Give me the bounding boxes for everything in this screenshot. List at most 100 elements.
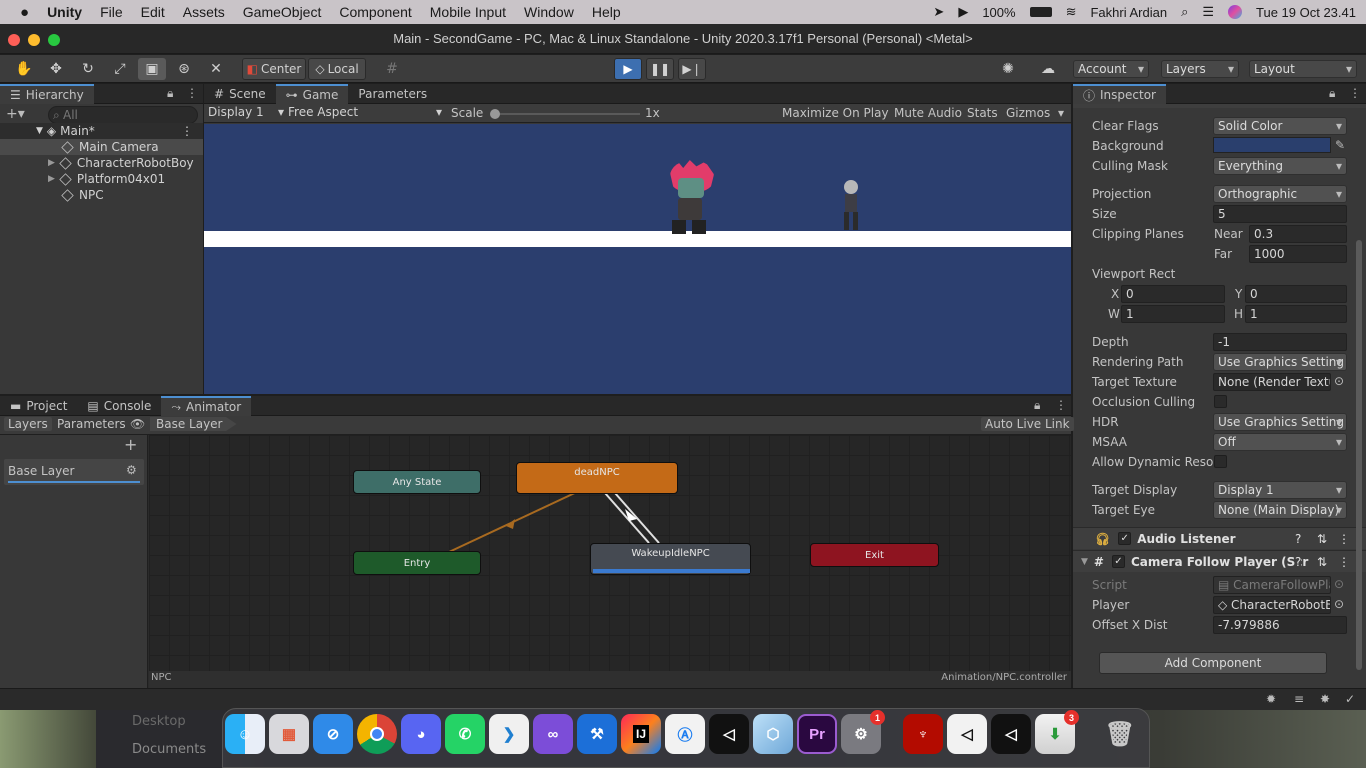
dock-installer-icon[interactable]: ⬇ 3 xyxy=(1035,710,1079,754)
hierarchy-search-input[interactable]: ⌕ All xyxy=(48,106,198,124)
help-icon[interactable]: ? xyxy=(1295,532,1301,546)
maximize-on-play-toggle[interactable]: Maximize On Play xyxy=(782,106,889,120)
target-eye-dropdown[interactable]: None (Main Display) xyxy=(1213,501,1347,519)
add-component-button[interactable]: Add Component xyxy=(1099,652,1327,674)
breadcrumb-base-layer[interactable]: Base Layer xyxy=(150,417,237,431)
camera-follow-player-header[interactable]: ▼ # ✓ Camera Follow Player (Scr ? ⇅ ⋮ xyxy=(1073,550,1366,572)
component-menu-icon[interactable]: ⋮ xyxy=(1338,532,1350,546)
aspect-dropdown[interactable]: Free Aspect ▾ xyxy=(288,105,442,121)
menubar-clock[interactable]: Tue 19 Oct 23.41 xyxy=(1256,5,1356,20)
rendering-path-dropdown[interactable]: Use Graphics Setting xyxy=(1213,353,1347,371)
menu-mobile-input[interactable]: Mobile Input xyxy=(421,4,515,20)
object-picker-icon[interactable]: ⊙ xyxy=(1334,597,1344,611)
animator-graph-canvas[interactable]: Any State Entry deadNPC WakeupIdleNPC Ex… xyxy=(149,435,1071,671)
tab-console[interactable]: ▤ Console xyxy=(77,396,161,416)
culling-mask-dropdown[interactable]: Everything xyxy=(1213,157,1347,175)
play-status-icon[interactable]: ▶ xyxy=(958,4,968,20)
gizmos-dropdown-icon[interactable]: ▾ xyxy=(1058,106,1064,120)
eyedropper-icon[interactable]: ✎ xyxy=(1335,138,1345,152)
state-entry[interactable]: Entry xyxy=(353,551,481,575)
lighting-icon[interactable]: ✸ xyxy=(1320,692,1330,706)
finder-item-desktop[interactable]: Desktop xyxy=(132,714,186,729)
depth-field[interactable]: -1 xyxy=(1213,333,1347,351)
pause-button[interactable]: ❚❚ xyxy=(646,58,674,80)
wifi-icon[interactable]: ≋ xyxy=(1066,4,1077,20)
finder-item-documents[interactable]: Documents xyxy=(132,742,206,757)
dock-visual-studio-icon[interactable]: ∞ xyxy=(533,714,573,754)
dock-discord-icon[interactable]: ◕ xyxy=(401,714,441,754)
pivot-local-button[interactable]: ◇ Local xyxy=(308,58,366,80)
grid-snap-icon[interactable]: # xyxy=(378,58,406,80)
state-wakeup-idle-npc[interactable]: WakeupIdleNPC xyxy=(590,543,751,575)
dock-system-preferences-icon[interactable]: ⚙ 1 xyxy=(841,710,885,754)
dock-trash-icon[interactable]: 🗑︎ xyxy=(1100,714,1140,754)
viewport-w-field[interactable]: 1 xyxy=(1121,305,1225,323)
auto-live-link-toggle[interactable]: Auto Live Link xyxy=(981,417,1074,431)
display-dropdown[interactable]: Display 1 ▾ xyxy=(208,105,284,121)
dock-app-store-icon[interactable]: Ⓐ xyxy=(665,714,705,754)
custom-tool-icon[interactable]: ✕ xyxy=(202,58,230,80)
occlusion-culling-checkbox[interactable] xyxy=(1214,395,1227,408)
mute-audio-toggle[interactable]: Mute Audio xyxy=(894,106,962,120)
menu-app-unity[interactable]: Unity xyxy=(38,4,91,20)
tab-parameters[interactable]: Parameters xyxy=(348,84,437,104)
siri-icon[interactable] xyxy=(1228,5,1243,19)
kebab-menu-icon[interactable]: ⋮ xyxy=(1349,86,1361,100)
inspector-scrollbar[interactable] xyxy=(1356,240,1362,670)
lock-icon[interactable]: 🔒︎ xyxy=(167,86,173,101)
presets-icon[interactable]: ⇅ xyxy=(1317,555,1327,569)
add-object-icon[interactable]: +▾ xyxy=(6,106,25,122)
account-dropdown[interactable]: Account xyxy=(1073,60,1149,78)
hand-tool-icon[interactable]: ✋ xyxy=(10,58,38,80)
audio-listener-header[interactable]: 🎧︎ ✓ Audio Listener ? ⇅ ⋮ xyxy=(1073,527,1366,549)
foldout-arrow-icon[interactable]: ▼ xyxy=(1081,557,1088,567)
expand-arrow-icon[interactable]: ▼ xyxy=(36,126,43,136)
scale-tool-icon[interactable]: ⤢ xyxy=(106,58,134,80)
lock-icon[interactable]: 🔒︎ xyxy=(1329,86,1335,101)
collab-icon[interactable]: ✺ xyxy=(994,58,1022,80)
menu-gameobject[interactable]: GameObject xyxy=(234,4,331,20)
hierarchy-item-main-camera[interactable]: Main Camera xyxy=(0,139,203,155)
spotlight-search-icon[interactable]: ⌕ xyxy=(1181,4,1188,20)
hierarchy-item-platform[interactable]: ▶ Platform04x01 xyxy=(0,171,165,187)
tab-hierarchy[interactable]: ☰ Hierarchy xyxy=(0,84,94,104)
dock-whatsapp-icon[interactable]: ✆ xyxy=(445,714,485,754)
camera-follow-enabled-checkbox[interactable]: ✓ xyxy=(1111,555,1125,568)
help-icon[interactable]: ? xyxy=(1295,554,1302,569)
allow-dynamic-resolution-checkbox[interactable] xyxy=(1214,455,1227,468)
dock-intellij-icon[interactable]: IJ xyxy=(621,714,661,754)
presets-icon[interactable]: ⇅ xyxy=(1317,532,1327,546)
progress-check-icon[interactable]: ✓ xyxy=(1345,692,1355,706)
transform-tool-icon[interactable]: ⊛ xyxy=(170,58,198,80)
kebab-menu-icon[interactable]: ⋮ xyxy=(1055,398,1067,412)
pivot-center-button[interactable]: ◧ Center xyxy=(242,58,306,80)
expand-arrow-icon[interactable]: ▶ xyxy=(48,174,55,184)
scene-menu-icon[interactable]: ⋮ xyxy=(181,124,193,138)
add-layer-icon[interactable]: + xyxy=(124,435,137,454)
lock-icon[interactable]: 🔒︎ xyxy=(1034,398,1040,413)
far-field[interactable]: 1000 xyxy=(1249,245,1347,263)
tab-project[interactable]: ▬ Project xyxy=(0,396,77,416)
cache-icon[interactable]: ≡ xyxy=(1294,692,1304,706)
layers-subtab[interactable]: Layers xyxy=(4,417,52,431)
stats-toggle[interactable]: Stats xyxy=(967,106,998,120)
menu-help[interactable]: Help xyxy=(583,4,630,20)
layer-settings-gear-icon[interactable]: ⚙ xyxy=(126,463,137,477)
gizmos-toggle[interactable]: Gizmos xyxy=(1006,106,1050,120)
tab-animator[interactable]: ⤳ Animator xyxy=(161,396,252,416)
near-field[interactable]: 0.3 xyxy=(1249,225,1347,243)
state-any-state[interactable]: Any State xyxy=(353,470,481,494)
scale-slider-handle[interactable] xyxy=(490,109,500,119)
apple-icon[interactable]: ● xyxy=(0,4,38,21)
background-color-field[interactable] xyxy=(1213,137,1331,153)
state-exit[interactable]: Exit xyxy=(810,543,939,567)
menu-file[interactable]: File xyxy=(91,4,132,20)
dock-vscode-icon[interactable]: ❯ xyxy=(489,714,529,754)
viewport-x-field[interactable]: 0 xyxy=(1121,285,1225,303)
menu-component[interactable]: Component xyxy=(330,4,420,20)
size-field[interactable]: 5 xyxy=(1213,205,1347,223)
tab-inspector[interactable]: ⓘ Inspector xyxy=(1073,84,1166,104)
component-menu-icon[interactable]: ⋮ xyxy=(1338,555,1350,569)
dock-safari-icon[interactable]: ⊘ xyxy=(313,714,353,754)
layers-dropdown[interactable]: Layers xyxy=(1161,60,1239,78)
